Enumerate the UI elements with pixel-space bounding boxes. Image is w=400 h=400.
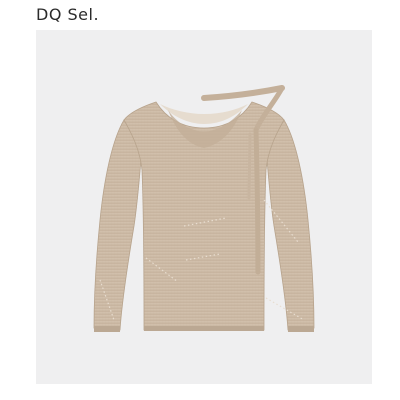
sweater-icon (93, 85, 315, 332)
product-page: DQ Sel. (0, 0, 400, 400)
product-photo[interactable] (36, 30, 372, 384)
brand-logo: DQ Sel. (36, 5, 100, 24)
